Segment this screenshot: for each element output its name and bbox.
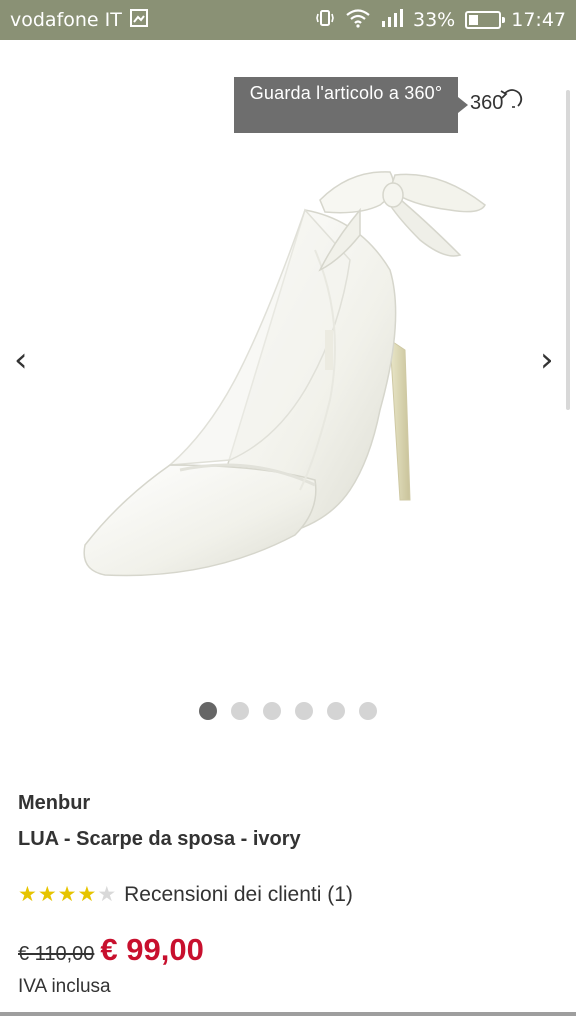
rating-row[interactable]: ★ ★ ★ ★ ★ Recensioni dei clienti (1) <box>18 880 558 910</box>
battery-level <box>469 15 479 25</box>
clock: 17:47 <box>511 9 566 31</box>
product-name: LUA - Scarpe da sposa - ivory <box>18 828 301 850</box>
star-filled-icon: ★ <box>37 883 57 906</box>
next-image-button[interactable]: › <box>540 340 554 380</box>
status-bar: vodafone IT 33% 17:47 <box>0 0 576 40</box>
rotate-icon <box>500 88 523 108</box>
scrollbar[interactable] <box>566 90 570 410</box>
star-filled-icon: ★ <box>77 883 97 906</box>
price-row: € 110,00 € 99,00 <box>18 932 558 972</box>
carrier-label: vodafone IT <box>10 9 122 31</box>
brand-name[interactable]: Menbur <box>18 792 558 822</box>
status-left: vodafone IT <box>10 8 148 32</box>
reviews-link[interactable]: Recensioni dei clienti (1) <box>124 883 353 907</box>
pagination-dot[interactable] <box>359 702 377 720</box>
view-360-button[interactable]: 360 <box>470 88 525 115</box>
star-filled-icon: ★ <box>18 883 37 906</box>
star-rating: ★ ★ ★ ★ ★ <box>18 884 116 906</box>
status-right: 33% 17:47 <box>315 8 566 33</box>
pagination-dot[interactable] <box>327 702 345 720</box>
pagination-dot[interactable] <box>295 702 313 720</box>
view-360-tooltip: Guarda l'articolo a 360° <box>234 77 468 133</box>
battery-icon <box>465 11 506 29</box>
image-icon <box>129 8 148 32</box>
star-empty-icon: ★ <box>97 883 117 906</box>
old-price: € 110,00 <box>18 943 95 965</box>
star-filled-icon: ★ <box>57 883 77 906</box>
pagination-dot[interactable] <box>231 702 249 720</box>
view-360-label: 360 <box>470 92 504 114</box>
wifi-icon <box>345 8 371 33</box>
battery-percent: 33% <box>413 9 456 31</box>
product-info: Menbur LUA - Scarpe da sposa - ivory ★ ★ ★… <box>18 792 558 998</box>
product-image[interactable] <box>60 160 520 600</box>
current-price: € 99,00 <box>100 932 204 967</box>
previous-image-button[interactable]: ‹ <box>14 340 28 380</box>
vibrate-icon <box>315 8 335 33</box>
pagination-dot[interactable] <box>263 702 281 720</box>
image-pagination <box>0 702 576 720</box>
section-divider <box>0 1012 576 1016</box>
product-gallery[interactable]: Guarda l'articolo a 360° 360 ‹ › <box>0 40 576 740</box>
pagination-dot[interactable] <box>199 702 217 720</box>
signal-icon <box>381 8 403 33</box>
vat-note: IVA inclusa <box>18 976 111 997</box>
